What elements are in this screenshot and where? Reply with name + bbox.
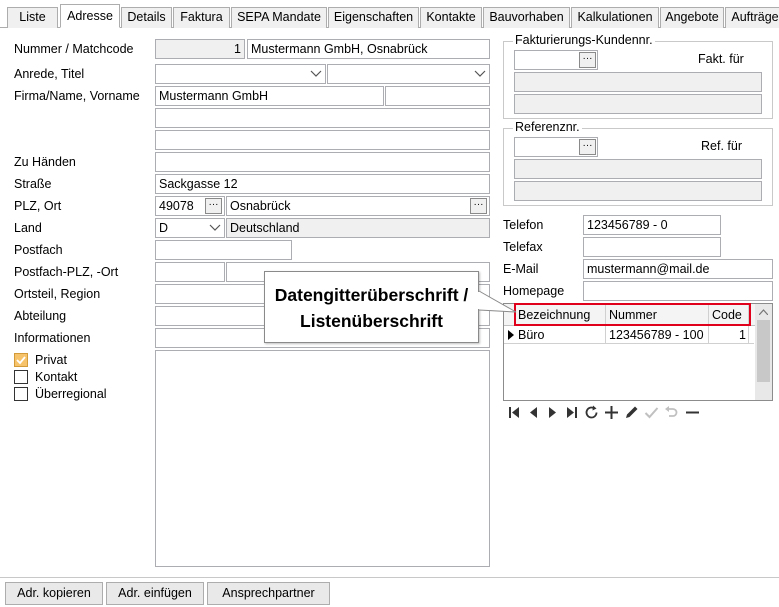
annotation-callout: Datengitterüberschrift / Listenüberschri…: [264, 271, 479, 343]
tab-angebote[interactable]: Angebote: [660, 7, 724, 28]
tab-kontakte[interactable]: Kontakte: [420, 7, 482, 28]
fakturierung-name1: [514, 72, 762, 92]
delete-record-icon[interactable]: [684, 404, 701, 421]
ref-fuer-label: Ref. für: [701, 139, 742, 153]
ort-value: Osnabrück: [230, 199, 291, 213]
label-ortsteil: Ortsteil, Region: [14, 287, 101, 301]
matchcode-field[interactable]: Mustermann GmbH, Osnabrück: [247, 39, 490, 59]
telefax-label: Telefax: [503, 240, 543, 254]
label-anrede: Anrede, Titel: [14, 67, 85, 81]
chevron-down-icon: [474, 70, 486, 77]
telefax-field[interactable]: [583, 237, 721, 257]
name2-field[interactable]: [155, 108, 490, 128]
referenz-title: Referenznr.: [513, 120, 582, 134]
cancel-edit-icon[interactable]: [663, 404, 680, 421]
kontakt-label: Kontakt: [35, 370, 78, 384]
label-zuhaenden: Zu Händen: [14, 155, 76, 169]
tab-faktura[interactable]: Faktura: [173, 7, 230, 28]
last-record-icon[interactable]: [563, 404, 580, 421]
homepage-field[interactable]: [583, 281, 773, 301]
adr-kopieren-button[interactable]: Adr. kopieren: [5, 582, 103, 605]
kontakt-checkbox[interactable]: [14, 370, 28, 384]
ueberregional-label: Überregional: [35, 387, 107, 401]
zuhaenden-field[interactable]: [155, 152, 490, 172]
label-land: Land: [14, 221, 42, 235]
header-highlight-box: [514, 303, 751, 326]
land-code-value: D: [159, 221, 169, 235]
next-record-icon[interactable]: [544, 404, 561, 421]
label-firma: Firma/Name, Vorname: [14, 89, 140, 103]
bottom-divider: [0, 577, 779, 578]
callout-line1: Datengitterüberschrift /: [274, 285, 469, 305]
fakturierung-title: Fakturierungs-Kundennr.: [513, 33, 655, 47]
referenz-name2: [514, 181, 762, 201]
label-nummer: Nummer / Matchcode: [14, 42, 134, 56]
tab-bar: Liste Adresse Details Faktura SEPA Manda…: [0, 0, 779, 28]
grid-cell-nummer: 123456789 - 100: [609, 328, 704, 342]
tab-sepa-mandate[interactable]: SEPA Mandate: [231, 7, 327, 28]
firma-field[interactable]: Mustermann GmbH: [155, 86, 384, 106]
telefon-field[interactable]: 123456789 - 0: [583, 215, 721, 235]
prior-record-icon[interactable]: [525, 404, 542, 421]
fakturierung-name2: [514, 94, 762, 114]
chevron-down-icon: [310, 70, 322, 77]
post-record-icon[interactable]: [643, 404, 660, 421]
table-row[interactable]: Büro 123456789 - 100 1: [504, 326, 754, 344]
label-strasse: Straße: [14, 177, 52, 191]
ansprechpartner-button[interactable]: Ansprechpartner: [207, 582, 330, 605]
row-pointer-icon: [508, 330, 514, 340]
notes-textarea[interactable]: [155, 350, 490, 567]
ort-lookup-button[interactable]: ···: [470, 198, 487, 214]
callout-line2: Listenüberschrift: [300, 311, 443, 331]
tab-auftraege[interactable]: Aufträge: [725, 7, 779, 28]
tab-liste[interactable]: Liste: [7, 7, 58, 28]
nummer-field[interactable]: 1: [155, 39, 245, 59]
checkmark-icon: [16, 356, 26, 365]
privat-label: Privat: [35, 353, 67, 367]
add-record-icon[interactable]: [603, 404, 620, 421]
plz-lookup-button[interactable]: ···: [205, 198, 222, 214]
edit-record-icon[interactable]: [623, 404, 640, 421]
name3-field[interactable]: [155, 130, 490, 150]
ort-field[interactable]: Osnabrück: [226, 196, 490, 216]
scroll-up-icon[interactable]: [759, 309, 768, 315]
scrollbar-thumb[interactable]: [757, 320, 770, 382]
grid-cell-bezeichnung: Büro: [518, 328, 545, 342]
fakt-fuer-label: Fakt. für: [698, 52, 744, 66]
referenz-name1: [514, 159, 762, 179]
chevron-down-icon: [209, 224, 221, 231]
strasse-field[interactable]: Sackgasse 12: [155, 174, 490, 194]
first-record-icon[interactable]: [506, 404, 523, 421]
tab-adresse[interactable]: Adresse: [60, 4, 120, 28]
postfach-field[interactable]: [155, 240, 292, 260]
land-select[interactable]: D: [155, 218, 225, 238]
grid-cell-code: 1: [739, 328, 746, 342]
callout-pointer: [478, 290, 517, 313]
label-informationen: Informationen: [14, 331, 91, 345]
label-postfach: Postfach: [14, 243, 63, 257]
plz-value: 49078: [159, 199, 194, 213]
tab-bauvorhaben[interactable]: Bauvorhaben: [483, 7, 570, 28]
adr-einfuegen-button[interactable]: Adr. einfügen: [106, 582, 204, 605]
fakturierung-lookup-button[interactable]: ···: [579, 52, 596, 68]
email-field[interactable]: mustermann@mail.de: [583, 259, 773, 279]
label-plz-ort: PLZ, Ort: [14, 199, 62, 213]
email-label: E-Mail: [503, 262, 539, 276]
telefon-label: Telefon: [503, 218, 544, 232]
label-abteilung: Abteilung: [14, 309, 67, 323]
vorname-field[interactable]: [385, 86, 490, 106]
tab-kalkulationen[interactable]: Kalkulationen: [571, 7, 659, 28]
tab-eigenschaften[interactable]: Eigenschaften: [328, 7, 419, 28]
tab-details[interactable]: Details: [121, 7, 172, 28]
privat-checkbox[interactable]: [14, 353, 28, 367]
referenz-lookup-button[interactable]: ···: [579, 139, 596, 155]
ueberregional-checkbox[interactable]: [14, 387, 28, 401]
titel-select[interactable]: [327, 64, 490, 84]
land-name-field: Deutschland: [226, 218, 490, 238]
grid-scrollbar[interactable]: [755, 304, 772, 400]
refresh-icon[interactable]: [583, 404, 600, 421]
anrede-select[interactable]: [155, 64, 326, 84]
postfach-plz-field[interactable]: [155, 262, 225, 282]
label-postfach-plz-ort: Postfach-PLZ, -Ort: [14, 265, 119, 279]
